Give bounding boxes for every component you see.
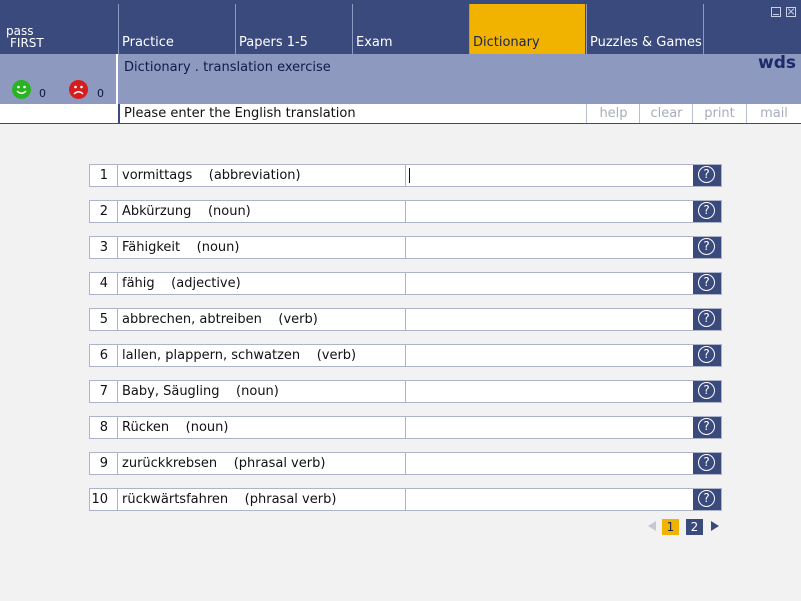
wds-logo: wds [758, 53, 796, 73]
brand-logo: pass FIRST [0, 4, 118, 54]
wrong-count: 0 [97, 87, 104, 100]
tab-label: Puzzles & Games [590, 35, 702, 50]
question-circle-icon: ? [698, 418, 715, 435]
translation-input[interactable] [407, 345, 693, 366]
help-button[interactable]: help [586, 104, 640, 123]
row-number: 1 [90, 165, 118, 186]
german-word: Abkürzung (noun) [119, 201, 406, 222]
row-number: 6 [90, 345, 118, 366]
tab-dictionary[interactable]: Dictionary [469, 4, 585, 54]
exercise-row: 2 Abkürzung (noun)? [89, 200, 722, 223]
text-cursor [409, 168, 410, 183]
translation-input[interactable] [407, 273, 693, 294]
tab-label: Practice [122, 35, 174, 50]
tab-exam[interactable]: Exam [352, 4, 468, 54]
smiley-icon [12, 80, 31, 99]
german-word: Baby, Säugling (noun) [119, 381, 406, 402]
german-word: zurückkrebsen (phrasal verb) [119, 453, 406, 474]
triangle-left-icon[interactable] [648, 521, 656, 531]
tab-puzzles-games[interactable]: Puzzles & Games [586, 4, 702, 54]
row-help-button[interactable]: ? [693, 345, 721, 366]
exercise-title: Dictionary . translation exercise [124, 60, 331, 75]
row-help-button[interactable]: ? [693, 201, 721, 222]
print-button[interactable]: print [692, 104, 746, 123]
translation-input[interactable] [407, 201, 693, 222]
row-number: 4 [90, 273, 118, 294]
minimize-icon[interactable] [771, 7, 781, 17]
tab-label: Dictionary [473, 35, 540, 50]
question-circle-icon: ? [698, 166, 715, 183]
tab-papers[interactable]: Papers 1-5 [235, 4, 351, 54]
exercise-row: 7 Baby, Säugling (noun)? [89, 380, 722, 403]
tab-label: Papers 1-5 [239, 35, 308, 50]
score-panel: 0 0 [0, 54, 118, 104]
row-help-button[interactable]: ? [693, 237, 721, 258]
german-word: abbrechen, abtreiben (verb) [119, 309, 406, 330]
tab-label: Exam [356, 35, 393, 50]
frowny-icon [69, 80, 88, 99]
exercise-row: 8 Rücken (noun)? [89, 416, 722, 439]
row-help-button[interactable]: ? [693, 453, 721, 474]
row-number: 5 [90, 309, 118, 330]
question-circle-icon: ? [698, 202, 715, 219]
instruction-spacer [0, 104, 120, 123]
question-circle-icon: ? [698, 310, 715, 327]
header-band: 0 0 Dictionary . translation exercise wd… [0, 53, 801, 104]
instruction-text: Please enter the English translation [124, 106, 356, 121]
exercise-row: 3 Fähigkeit (noun)? [89, 236, 722, 259]
row-help-button[interactable]: ? [693, 381, 721, 402]
mail-button[interactable]: mail [746, 104, 801, 123]
page-1-button[interactable]: 1 [662, 519, 679, 535]
exercise-row: 5 abbrechen, abtreiben (verb)? [89, 308, 722, 331]
german-word: vormittags (abbreviation) [119, 165, 406, 186]
translation-input[interactable] [407, 417, 693, 438]
row-number: 2 [90, 201, 118, 222]
row-help-button[interactable]: ? [693, 165, 721, 186]
question-circle-icon: ? [698, 382, 715, 399]
translation-input[interactable] [407, 309, 693, 330]
german-word: rückwärtsfahren (phrasal verb) [119, 489, 406, 510]
brand-line-2: FIRST [10, 36, 44, 50]
row-help-button[interactable]: ? [693, 417, 721, 438]
question-circle-icon: ? [698, 454, 715, 471]
correct-count: 0 [39, 87, 46, 100]
row-number: 10 [90, 489, 118, 510]
translation-input[interactable] [407, 381, 693, 402]
row-help-button[interactable]: ? [693, 273, 721, 294]
german-word: Rücken (noun) [119, 417, 406, 438]
row-help-button[interactable]: ? [693, 489, 721, 510]
translation-input[interactable] [407, 489, 693, 510]
question-circle-icon: ? [698, 490, 715, 507]
question-circle-icon: ? [698, 238, 715, 255]
german-word: fähig (adjective) [119, 273, 406, 294]
instruction-bar: Please enter the English translation hel… [0, 104, 801, 124]
row-help-button[interactable]: ? [693, 309, 721, 330]
exercise-row: 4 fähig (adjective)? [89, 272, 722, 295]
close-icon[interactable] [786, 7, 796, 17]
exercise-row: 10 rückwärtsfahren (phrasal verb)? [89, 488, 722, 511]
question-circle-icon: ? [698, 346, 715, 363]
triangle-right-icon[interactable] [711, 521, 719, 531]
exercise-row: 1 vormittags (abbreviation)? [89, 164, 722, 187]
translation-input[interactable] [407, 453, 693, 474]
row-number: 7 [90, 381, 118, 402]
row-number: 3 [90, 237, 118, 258]
tab-practice[interactable]: Practice [118, 4, 234, 54]
exercise-row: 9 zurückkrebsen (phrasal verb)? [89, 452, 722, 475]
clear-button[interactable]: clear [639, 104, 693, 123]
german-word: lallen, plappern, schwatzen (verb) [119, 345, 406, 366]
page-2-button[interactable]: 2 [686, 519, 703, 535]
row-number: 9 [90, 453, 118, 474]
question-circle-icon: ? [698, 274, 715, 291]
row-number: 8 [90, 417, 118, 438]
german-word: Fähigkeit (noun) [119, 237, 406, 258]
exercise-row: 6 lallen, plappern, schwatzen (verb)? [89, 344, 722, 367]
top-navigation: pass FIRST Practice Papers 1-5 Exam Dict… [0, 0, 801, 54]
translation-input[interactable] [407, 237, 693, 258]
translation-input[interactable] [407, 165, 693, 186]
nav-empty-slot [703, 4, 798, 54]
